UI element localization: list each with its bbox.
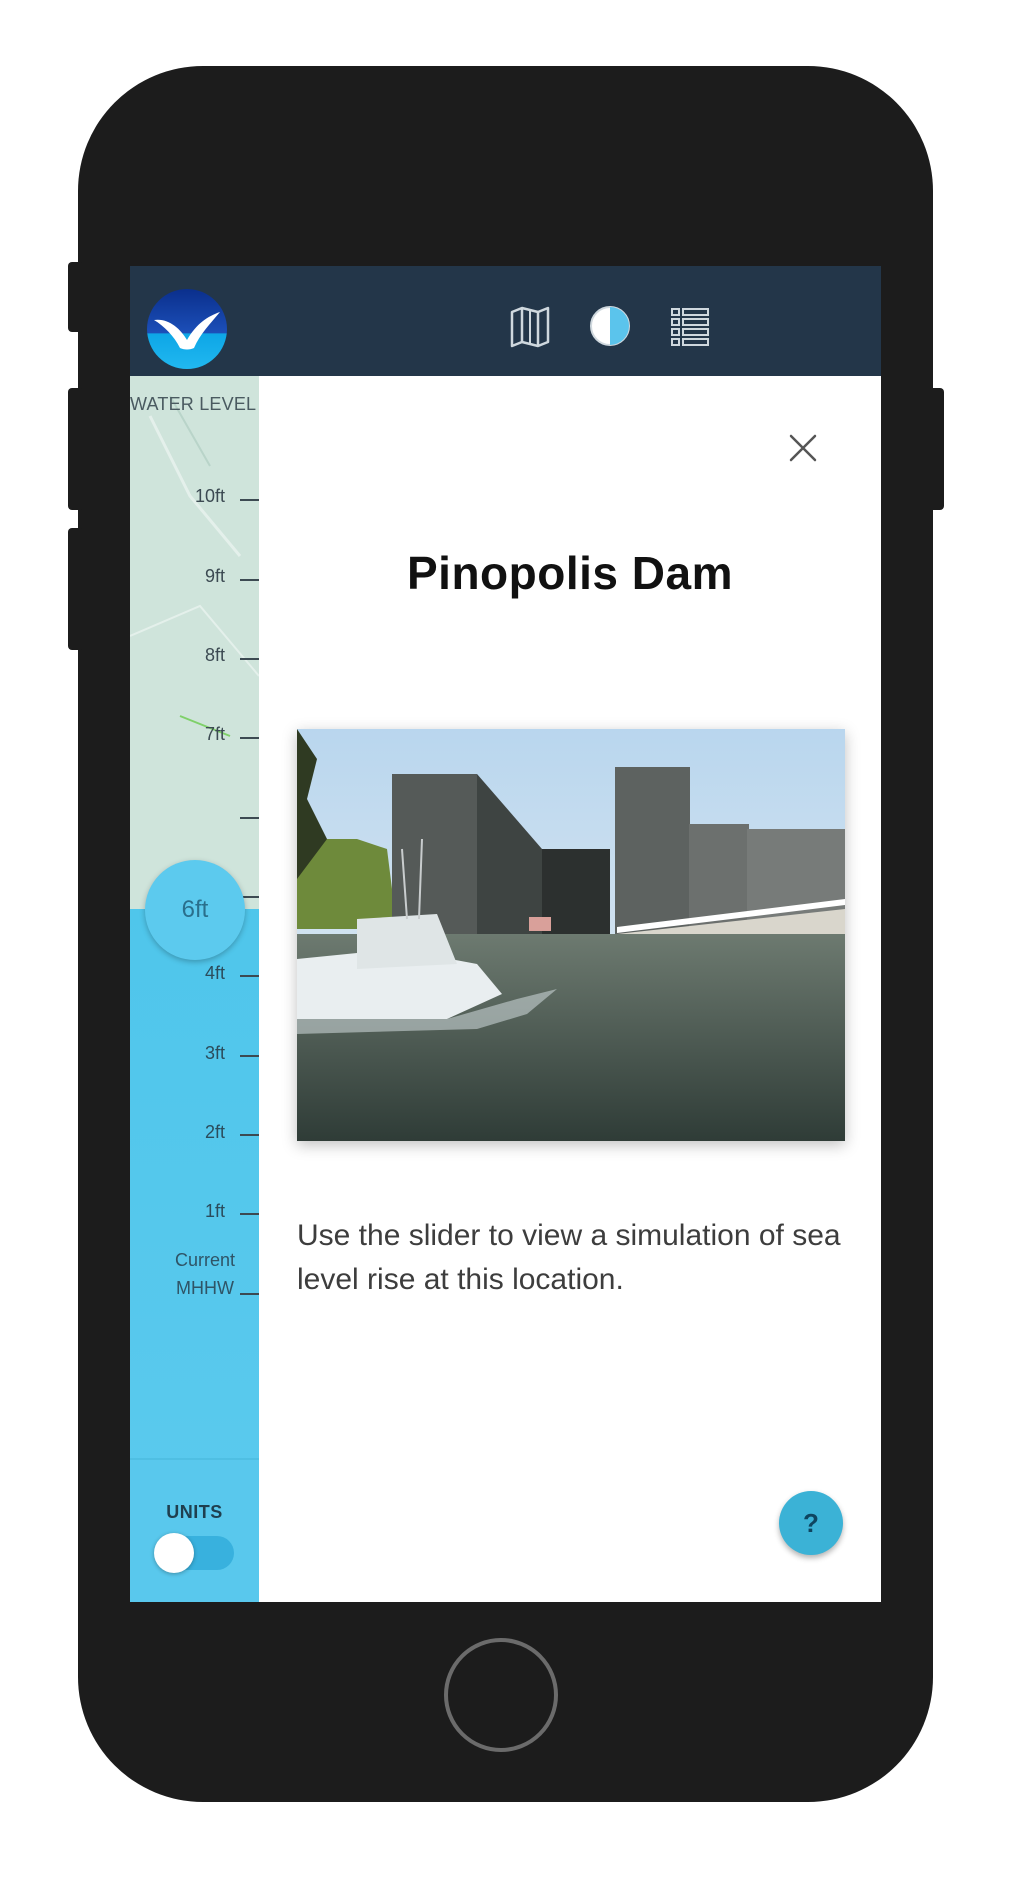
tick-mark [240,817,259,819]
slider-handle[interactable]: 6ft [145,860,245,960]
units-toggle[interactable] [154,1533,234,1573]
tick-3ft: 3ft [204,1043,225,1063]
phone-power-button [928,388,944,510]
tick-mark [240,1134,259,1136]
help-button[interactable]: ? [779,1491,843,1555]
current-mhhw-label: Current MHHW [170,1246,240,1302]
phone-home-button [444,1638,558,1752]
tick-7ft: 7ft [204,724,225,744]
map-icon[interactable] [506,302,554,350]
current-label-line2: MHHW [176,1278,234,1298]
water-level-title: WATER LEVEL [130,394,257,414]
slider-handle-value: 6ft [181,896,209,923]
tick-mark-mhhw [240,1293,259,1295]
units-toggle-area: UNITS [130,1458,259,1602]
close-icon[interactable] [785,430,821,466]
tick-4ft: 4ft [204,963,225,983]
tick-mark [240,499,259,501]
tick-1ft: 1ft [204,1201,225,1221]
tick-10ft: 10ft [194,486,225,506]
units-label: UNITS [166,1502,223,1522]
tick-2ft: 2ft [204,1122,225,1142]
current-label-line1: Current [174,1250,236,1270]
app-screen: WATER LEVEL 10ft 9ft 8ft 7ft 5ft 4ft 3ft… [130,266,881,1602]
units-toggle-knob[interactable] [154,1533,194,1573]
tick-mark [240,1213,259,1215]
tick-mark [240,737,259,739]
tick-8ft: 8ft [204,645,225,665]
phone-mute-switch [68,262,84,332]
tick-9ft: 9ft [204,566,225,586]
location-photo [297,729,845,1141]
tick-mark [240,579,259,581]
location-description: Use the slider to view a simulation of s… [297,1219,841,1296]
top-navbar [130,266,881,376]
tick-mark [240,658,259,660]
noaa-logo-icon[interactable] [146,288,228,370]
tick-mark [240,975,259,977]
location-info-panel: Pinopolis Dam Use the slider to view a s… [259,376,881,1602]
legend-list-icon[interactable] [666,302,714,350]
phone-volume-down [68,528,84,650]
water-level-slider[interactable]: WATER LEVEL 10ft 9ft 8ft 7ft 5ft 4ft 3ft… [130,376,259,1602]
tick-mark [240,1055,259,1057]
location-title: Pinopolis Dam [407,547,733,599]
phone-volume-up [68,388,84,510]
contrast-icon[interactable] [586,302,634,350]
help-button-label: ? [803,1507,819,1538]
